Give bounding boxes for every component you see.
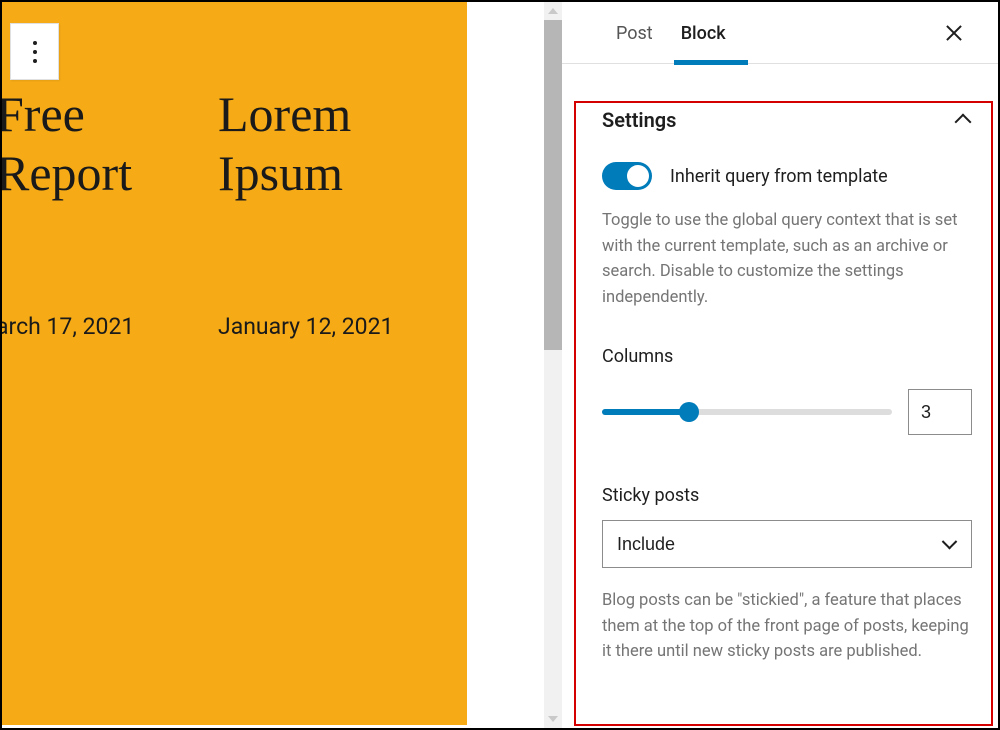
editor-canvas-area: Free Report Lorem Ipsum arch 17, 2021 Ja… xyxy=(2,2,562,728)
settings-panel: Settings Inherit query from template Tog… xyxy=(562,64,998,665)
scrollbar-thumb[interactable] xyxy=(544,20,562,350)
settings-panel-title: Settings xyxy=(602,108,676,132)
sticky-posts-label: Sticky posts xyxy=(602,485,972,506)
tab-indicator xyxy=(674,60,748,65)
columns-control xyxy=(602,389,972,435)
post-title-line2: Ipsum xyxy=(218,145,343,201)
sticky-posts-select-wrap: Include xyxy=(602,520,972,568)
settings-sidebar: Post Block Settings Inherit query from t… xyxy=(562,2,998,728)
slider-thumb[interactable] xyxy=(679,402,699,422)
sticky-posts-help: Blog posts can be "stickied", a feature … xyxy=(602,588,972,665)
inherit-query-toggle-row: Inherit query from template xyxy=(602,162,972,190)
post-date[interactable]: arch 17, 2021 xyxy=(2,313,134,340)
columns-slider[interactable] xyxy=(602,409,892,415)
post-date[interactable]: January 12, 2021 xyxy=(218,313,393,340)
more-vertical-icon xyxy=(33,41,37,63)
slider-fill xyxy=(602,409,689,415)
block-canvas[interactable]: Free Report Lorem Ipsum arch 17, 2021 Ja… xyxy=(2,2,467,725)
chevron-up-icon xyxy=(954,111,972,129)
columns-label: Columns xyxy=(602,346,972,367)
post-title-line1: Free xyxy=(2,86,85,142)
columns-input[interactable] xyxy=(908,389,972,435)
sidebar-tabs: Post Block xyxy=(562,2,998,64)
close-icon[interactable] xyxy=(936,15,972,51)
inherit-query-help: Toggle to use the global query context t… xyxy=(602,208,972,310)
post-title-line1: Lorem xyxy=(218,86,351,142)
block-options-button[interactable] xyxy=(10,23,59,80)
inherit-query-toggle[interactable] xyxy=(602,162,652,190)
post-title[interactable]: Lorem Ipsum xyxy=(218,85,351,203)
settings-panel-header[interactable]: Settings xyxy=(602,108,972,132)
inherit-query-label: Inherit query from template xyxy=(670,166,888,187)
sticky-posts-select[interactable]: Include xyxy=(602,520,972,568)
tab-post[interactable]: Post xyxy=(602,5,667,60)
post-title[interactable]: Free Report xyxy=(2,85,132,203)
tab-block[interactable]: Block xyxy=(667,5,740,60)
post-title-line2: Report xyxy=(2,145,132,201)
